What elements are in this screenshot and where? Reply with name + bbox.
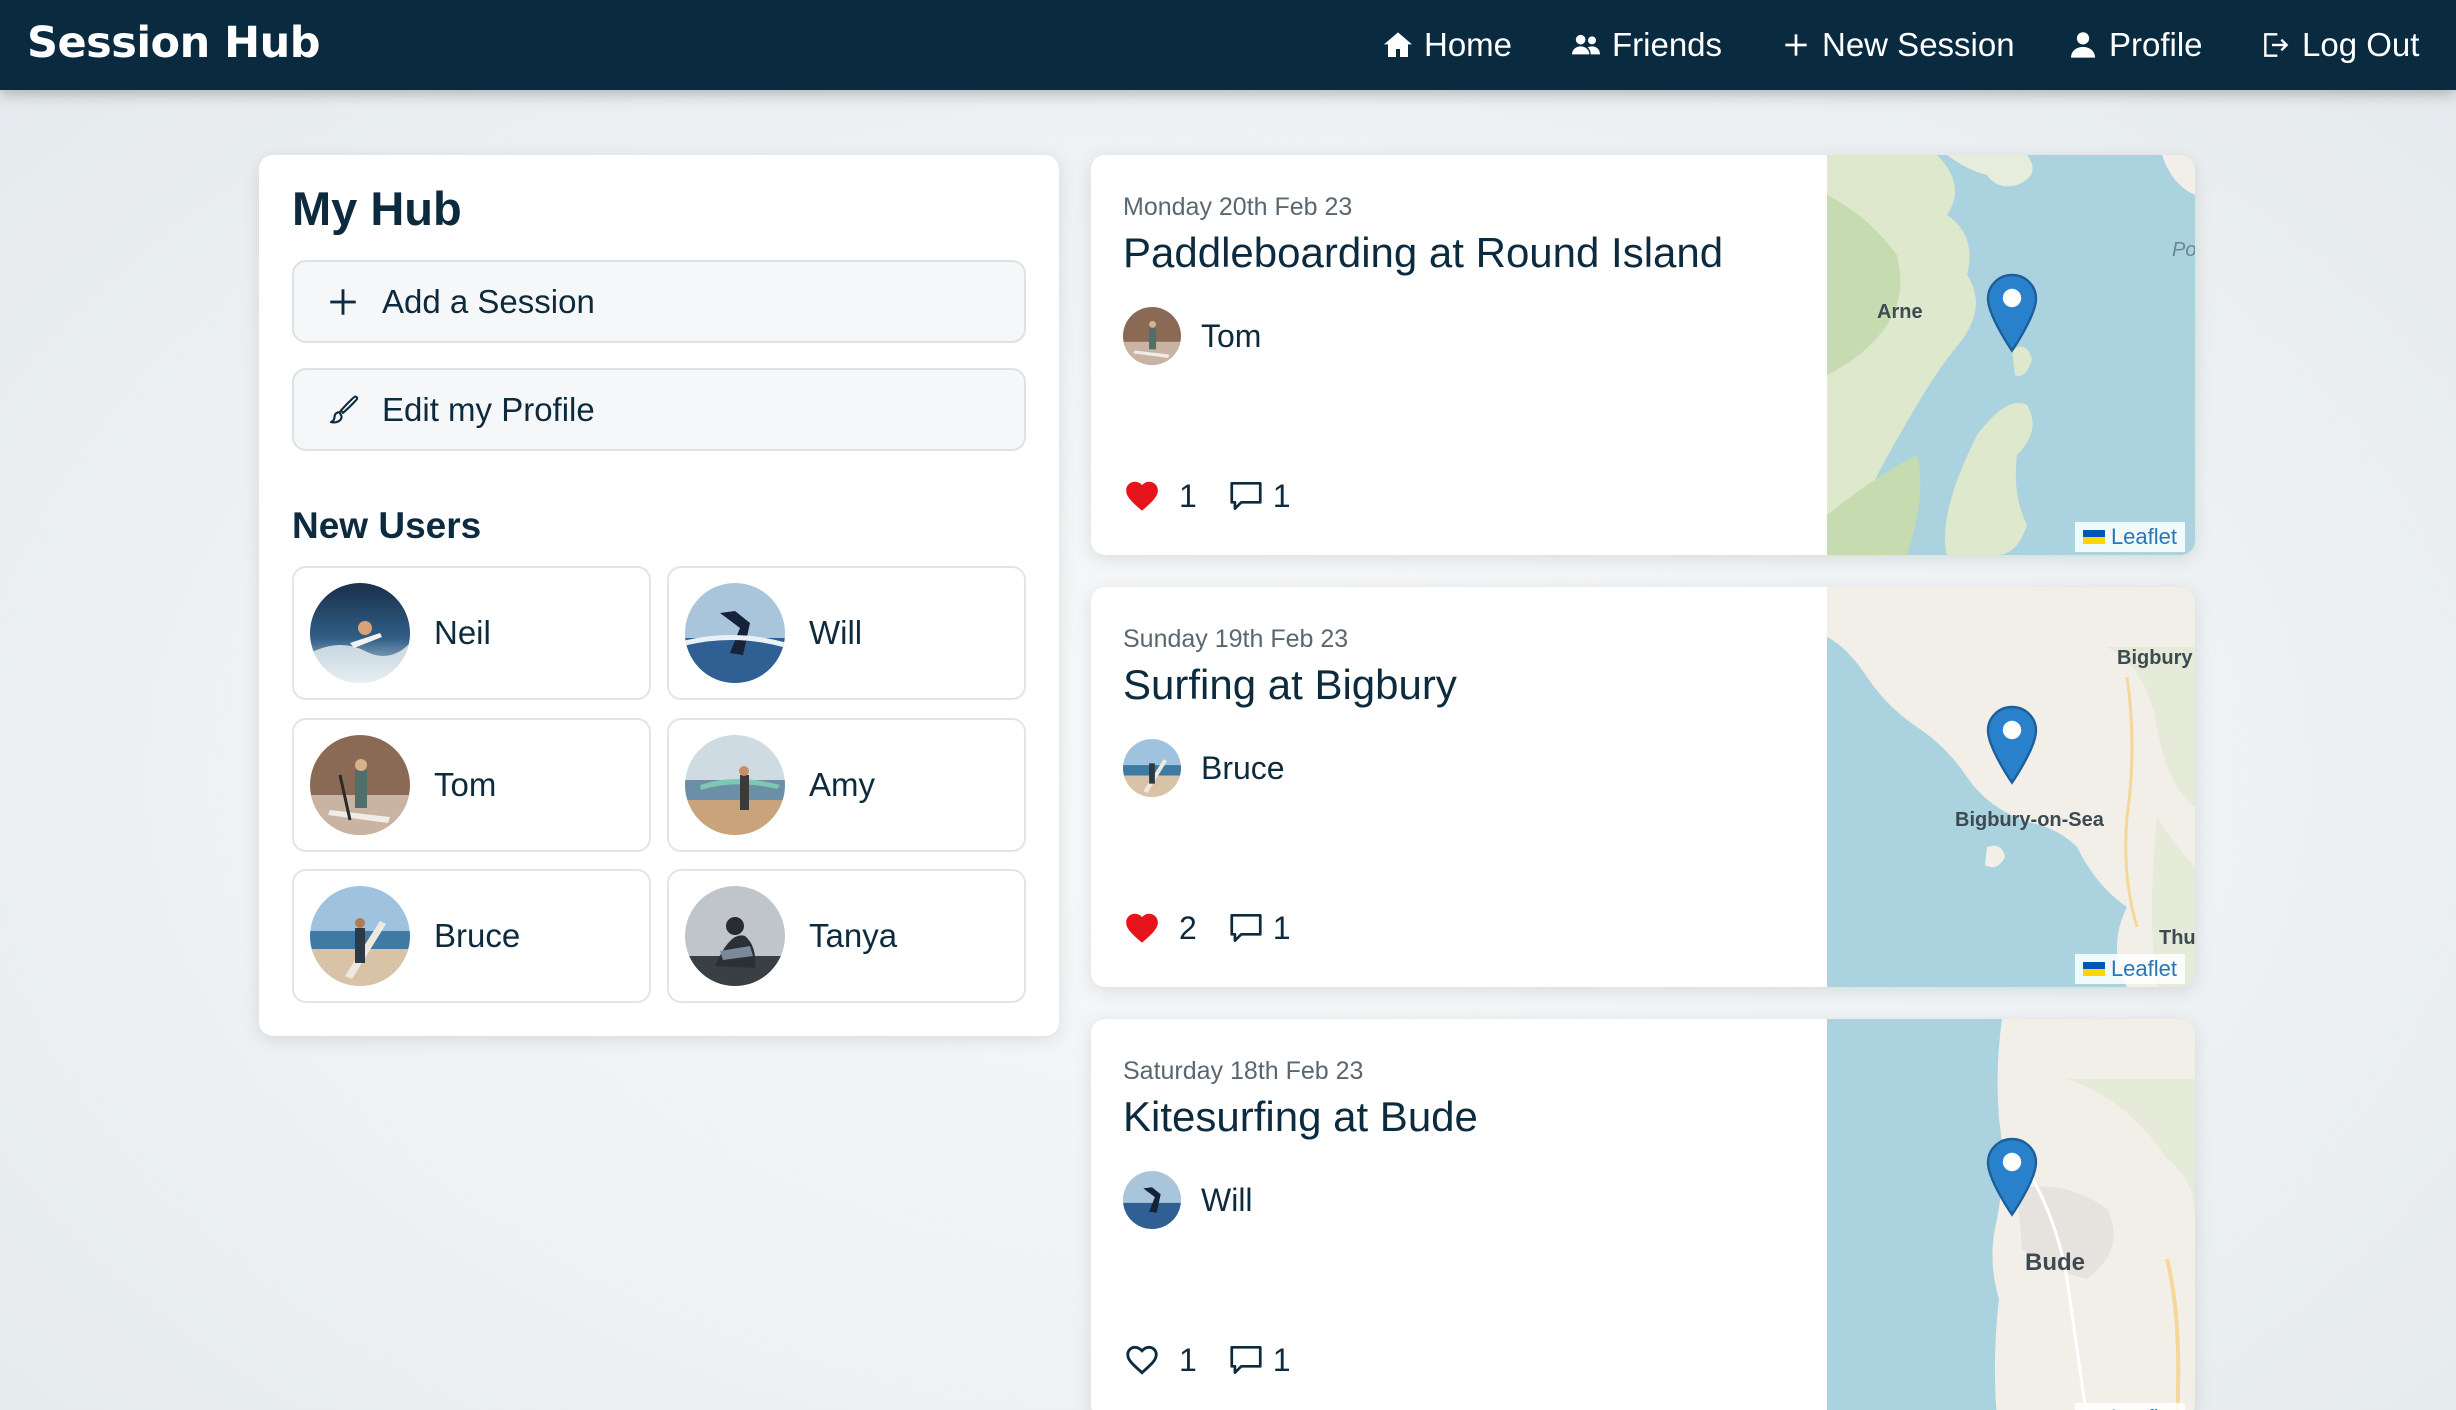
session-user-name: Will [1201,1181,1253,1218]
heart-filled-icon[interactable] [1123,477,1161,515]
user-name: Tom [434,766,497,803]
heart-filled-icon[interactable] [1123,909,1161,947]
user-card-will[interactable]: Will [667,566,1026,700]
my-hub-panel: My Hub Add a Session Edit my Profile New… [259,155,1059,1036]
ukraine-flag-icon [2082,530,2105,544]
likes-count: 1 [1179,477,1197,514]
attribution-label: Leaflet [2110,956,2177,981]
avatar [1123,1171,1181,1229]
logout-icon [2264,33,2289,57]
avatar [685,583,785,683]
user-card-tanya[interactable]: Tanya [667,869,1026,1003]
comments-count: 1 [1272,1341,1291,1378]
map-label: Bigbury-on-Sea [1955,809,2104,831]
attribution-label: Leaflet [2110,524,2177,549]
edit-profile-button[interactable]: Edit my Profile [292,368,1026,451]
map-pin-icon[interactable] [1986,273,2038,353]
session-card[interactable]: Saturday 18th Feb 23 Kitesurfing at Bude… [1091,1019,2195,1410]
nav-profile[interactable]: Profile [2067,22,2203,68]
nav-home[interactable]: Home [1382,22,1512,68]
avatar [685,735,785,835]
nav-friends-label: Friends [1612,26,1723,63]
session-stats: 1 1 [1123,477,1291,515]
hub-title: My Hub [292,182,462,235]
attribution-label: Leaflet [2111,1405,2177,1410]
map-pin-icon[interactable] [1986,1137,2038,1217]
user-card-bruce[interactable]: Bruce [292,869,651,1003]
user-card-neil[interactable]: Neil [292,566,651,700]
nav-new-session-label: New Session [1822,26,2015,63]
leaflet-attribution[interactable]: Leaflet [2074,954,2185,984]
map-label: Bigbury [2117,647,2193,669]
map-pin-icon[interactable] [1986,705,2038,785]
comment-icon[interactable] [1227,477,1265,515]
session-stats: 1 1 [1123,1341,1291,1379]
user-icon [2071,32,2095,58]
leaflet-attribution[interactable]: Leaflet [2074,522,2185,552]
map-label: Po [2172,239,2195,261]
session-user[interactable]: Will [1123,1171,1253,1229]
user-name: Amy [809,766,875,803]
new-users-title: New Users [292,505,482,546]
avatar [310,886,410,986]
avatar [1123,739,1181,797]
comments-count: 1 [1272,909,1291,946]
add-session-button[interactable]: Add a Session [292,260,1026,343]
session-date: Saturday 18th Feb 23 [1123,1057,1364,1085]
session-map[interactable]: Bigbury Bigbury-on-Sea Thu Leaflet [1827,587,2195,987]
ukraine-flag-icon [2082,962,2105,976]
session-map[interactable]: Arne Po Leaflet [1827,155,2195,555]
session-map[interactable]: Bude Leaflet [1827,1019,2195,1410]
heart-outline-icon[interactable] [1123,1341,1161,1379]
session-date: Monday 20th Feb 23 [1123,193,1353,221]
plus-icon [1785,34,1807,56]
likes-count: 1 [1179,1341,1197,1378]
nav-logout-label: Log Out [2302,26,2420,63]
session-title[interactable]: Kitesurfing at Bude [1123,1093,1478,1141]
user-name: Will [809,614,863,651]
session-title[interactable]: Paddleboarding at Round Island [1123,229,1723,277]
likes-count: 2 [1179,909,1197,946]
session-stats: 2 1 [1123,909,1291,947]
comment-icon[interactable] [1227,1341,1265,1379]
session-card[interactable]: Sunday 19th Feb 23 Surfing at Bigbury Br… [1091,587,2195,987]
map-label: Bude [2025,1249,2085,1276]
avatar [685,886,785,986]
session-user-name: Bruce [1201,749,1285,786]
user-card-amy[interactable]: Amy [667,718,1026,852]
nav-logout[interactable]: Log Out [2260,22,2419,68]
add-session-label: Add a Session [382,282,595,320]
brand-logo[interactable]: Session Hub [27,18,321,68]
nav-home-label: Home [1424,26,1513,63]
leaflet-attribution[interactable]: Leaflet [2074,1403,2185,1410]
friends-icon [1572,34,1600,55]
avatar [310,735,410,835]
comments-count: 1 [1272,477,1291,514]
user-name: Bruce [434,917,521,954]
session-user[interactable]: Bruce [1123,739,1285,797]
brush-icon [329,394,359,423]
nav-new-session[interactable]: New Session [1780,22,2015,68]
user-name: Neil [434,614,491,651]
user-name: Tanya [809,917,898,954]
nav-friends[interactable]: Friends [1570,22,1722,68]
edit-profile-label: Edit my Profile [382,390,595,428]
session-card[interactable]: Monday 20th Feb 23 Paddleboarding at Rou… [1091,155,2195,555]
user-card-tom[interactable]: Tom [292,718,651,852]
session-user[interactable]: Tom [1123,307,1261,365]
top-navbar: Session Hub Home Friends New Session Pro… [0,0,2456,90]
session-title[interactable]: Surfing at Bigbury [1123,661,1457,709]
session-user-name: Tom [1201,317,1262,354]
avatar [310,583,410,683]
session-date: Sunday 19th Feb 23 [1123,625,1349,653]
comment-icon[interactable] [1227,909,1265,947]
nav-profile-label: Profile [2109,26,2203,63]
plus-icon [330,288,356,315]
home-icon [1384,32,1412,57]
avatar [1123,307,1181,365]
map-label: Thu [2159,927,2195,949]
map-label: Arne [1877,301,1923,323]
